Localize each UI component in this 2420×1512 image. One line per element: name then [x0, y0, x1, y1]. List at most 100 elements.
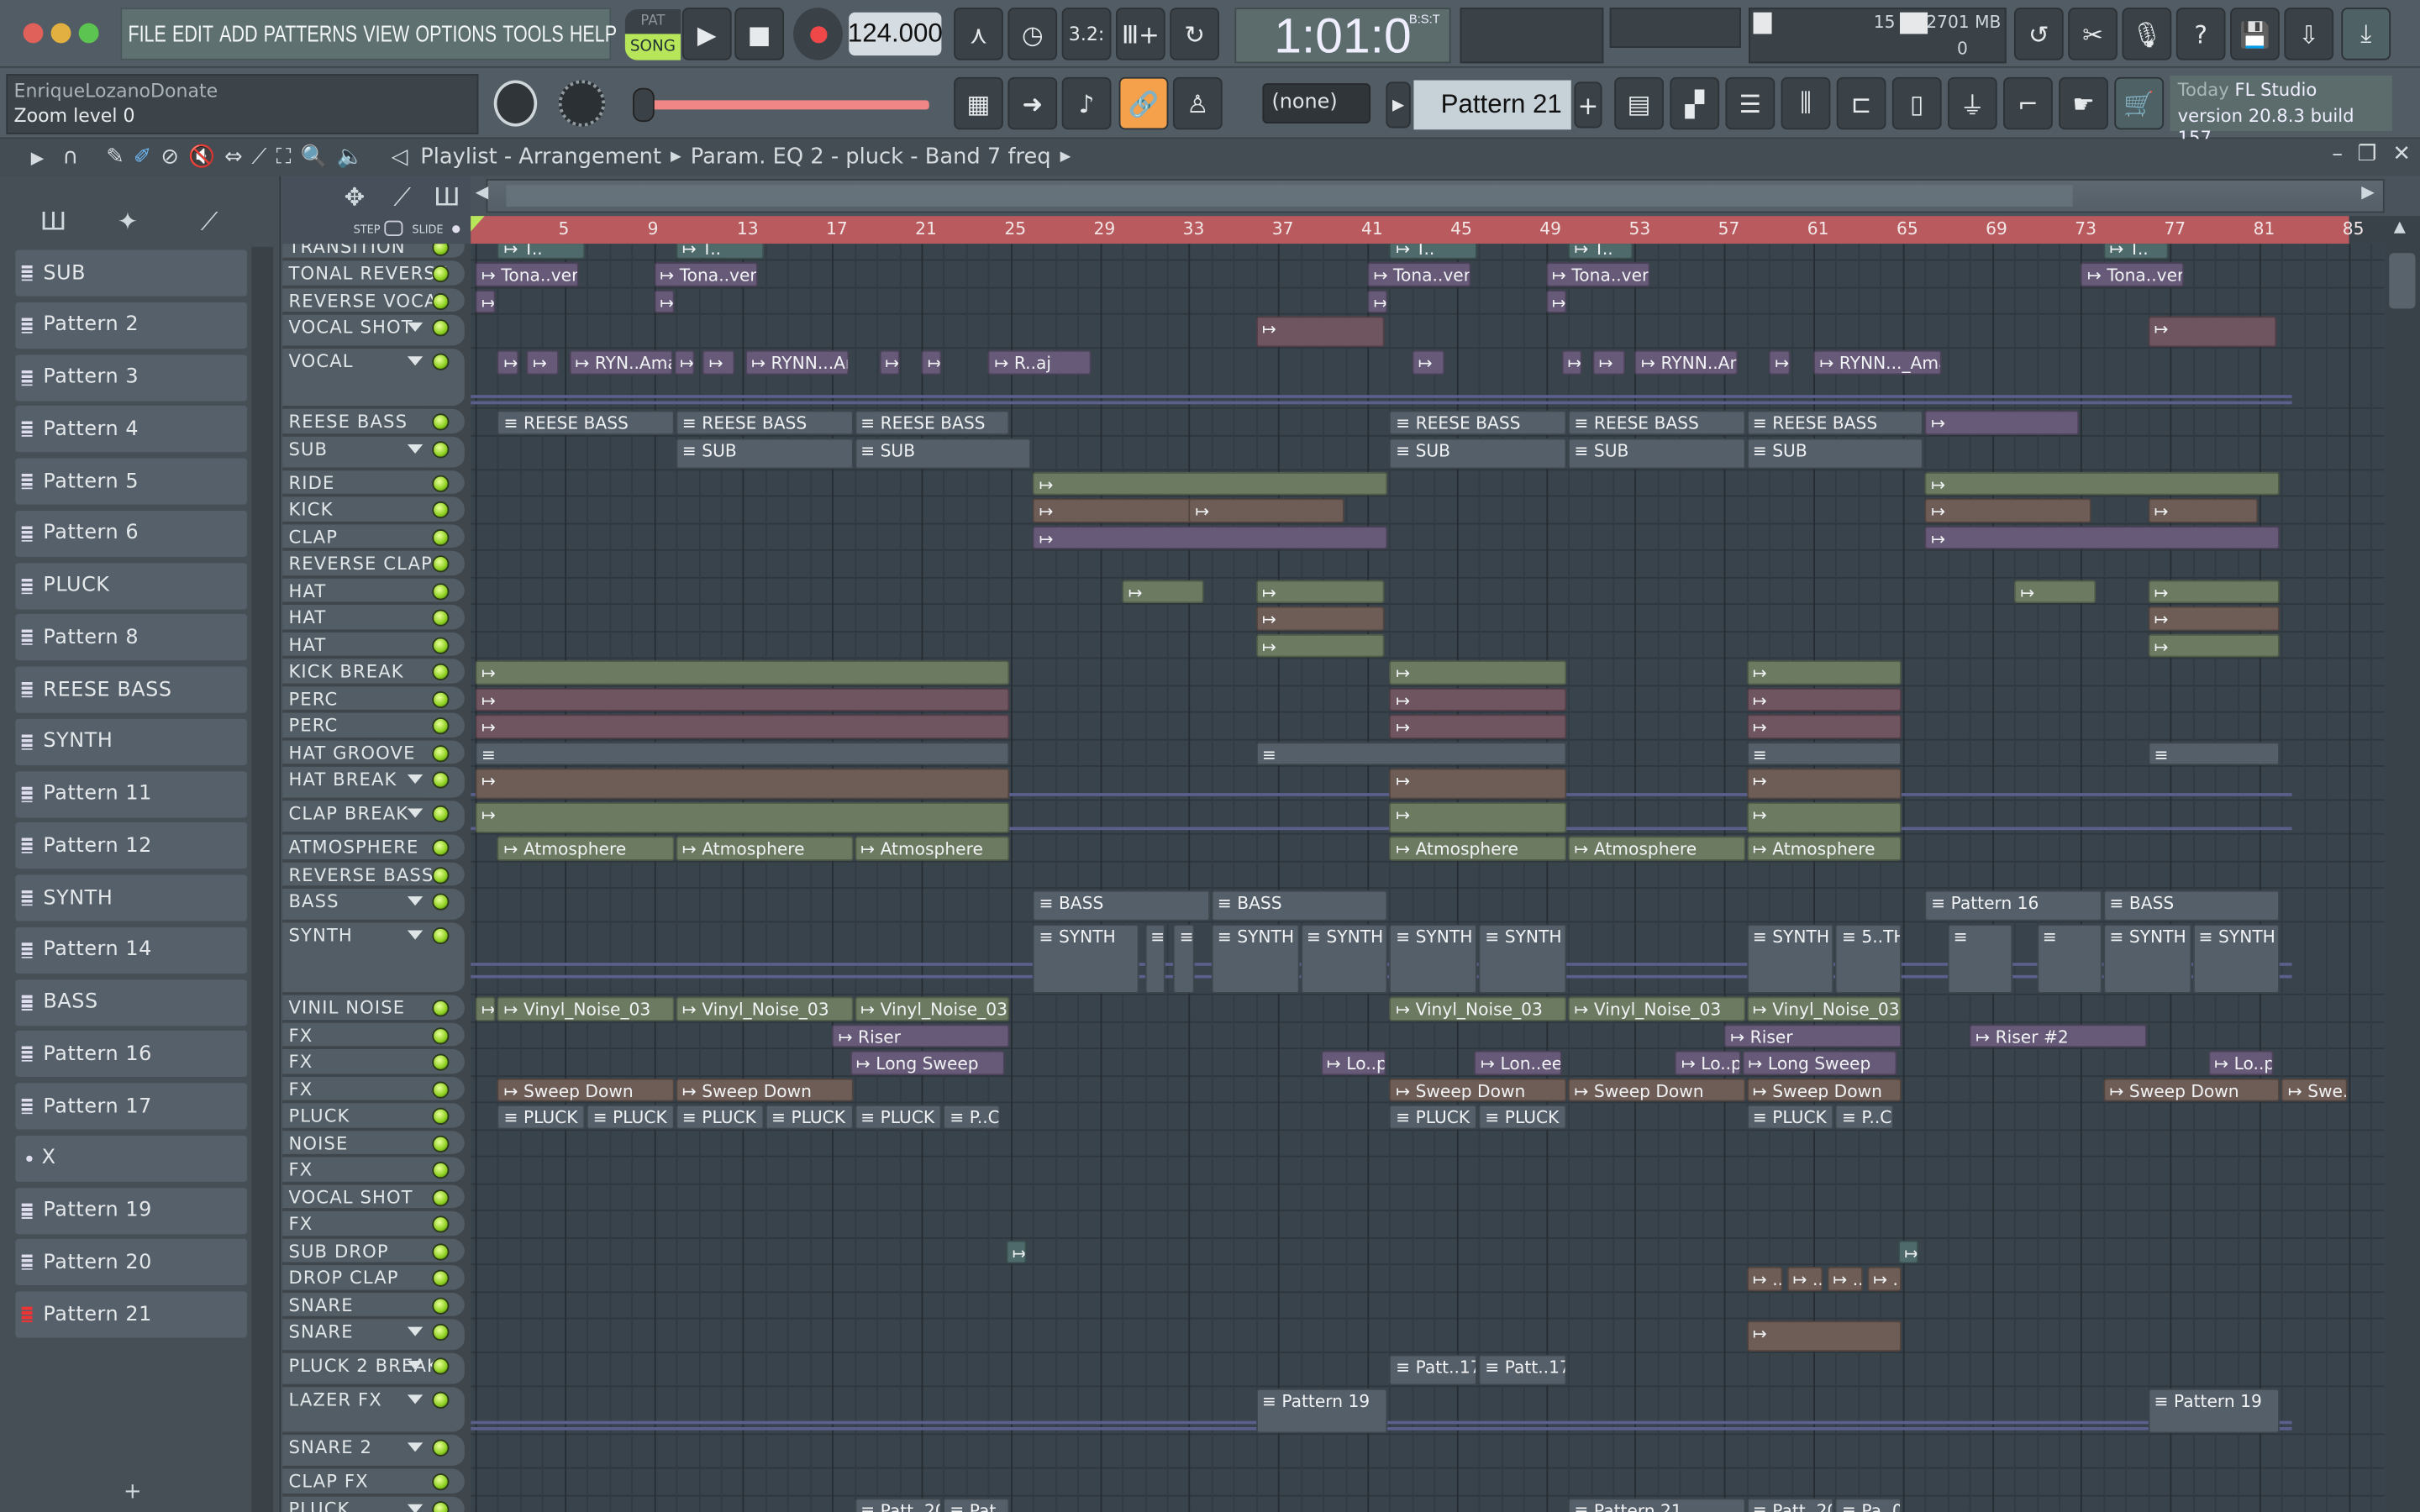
menu-file[interactable]: FILE [128, 21, 166, 47]
download-button[interactable]: ⤓ [2341, 8, 2391, 60]
add-pattern-button[interactable]: + [1574, 81, 1602, 129]
paint-tool-icon[interactable]: ✐ [134, 145, 152, 170]
playlist-clip[interactable]: ↦ Atmosphere [1568, 836, 1745, 860]
menu-tools[interactable]: TOOLS [502, 21, 563, 47]
group-dropdown-icon[interactable] [407, 1394, 424, 1404]
playlist-clip[interactable]: ↦ [1545, 289, 1567, 313]
metronome-button[interactable]: ⋏ [954, 8, 1003, 60]
playlist-clip[interactable]: ↦ [1924, 410, 2080, 435]
playlist-clip[interactable]: ↦ RYN..Amaj [569, 349, 673, 375]
playlist-clip[interactable]: ↦ Vinyl_Noise_03 [497, 996, 675, 1021]
pattern-picker-item[interactable]: REESE BASS [15, 666, 247, 713]
playlist-clip[interactable]: ≡ PLUCK [587, 1105, 675, 1129]
magnet-icon[interactable]: ∩ [62, 145, 78, 170]
scroll-left-icon[interactable]: ◀ [476, 182, 489, 202]
track-header[interactable]: FX [282, 1210, 465, 1237]
playlist-clip[interactable]: ↦ [1255, 606, 1384, 631]
playlist-clip[interactable]: ≡ Patt..20 [854, 1497, 943, 1512]
playlist-clip[interactable]: ↦ [1006, 1239, 1028, 1264]
tempo-field[interactable]: 124.000 [848, 12, 943, 56]
playlist-clip[interactable]: ≡ PLUCK [676, 1105, 764, 1129]
track-mute-led[interactable] [432, 1500, 450, 1512]
pattern-picker-item[interactable]: Pattern 11 [15, 770, 247, 817]
playlist-clip[interactable]: ↦ [1746, 1320, 1902, 1352]
playlist-clip[interactable]: ↦ Sweep Down [1746, 1077, 1902, 1102]
track-header[interactable]: REESE BASS [282, 408, 465, 435]
playlist-clip[interactable]: ↦ [475, 996, 497, 1021]
playlist-clip[interactable]: ≡ PLUCK [854, 1105, 943, 1129]
playlist-clip[interactable]: ≡ [2036, 924, 2102, 994]
track-lane[interactable] [471, 288, 2385, 315]
pattern-picker-item[interactable]: Pattern 17 [15, 1083, 247, 1130]
song-mode-button[interactable]: SONG [624, 34, 681, 60]
track-lane[interactable] [471, 1238, 2385, 1266]
track-mute-led[interactable] [432, 1000, 450, 1017]
playlist-clip[interactable]: ↦ Sweep Down [1389, 1077, 1567, 1102]
pattern-picker-item[interactable]: Pattern 8 [15, 614, 247, 661]
play-button[interactable]: ▶ [681, 8, 732, 60]
playlist-clip[interactable]: ≡ Patt..17 [1479, 1354, 1567, 1386]
stop-button[interactable]: ■ [734, 8, 785, 60]
playlist-clip[interactable]: ↦ [1389, 768, 1567, 800]
playlist-clip[interactable]: ↦ Lo..p [2207, 1050, 2274, 1075]
playlist-clip[interactable]: ↦ Lon..eep [1474, 1050, 1563, 1075]
track-mute-led[interactable] [432, 1269, 450, 1287]
track-lane[interactable] [471, 1158, 2385, 1184]
menu-patterns[interactable]: PATTERNS [264, 21, 357, 47]
track-mute-led[interactable] [432, 744, 450, 762]
playlist-clip[interactable]: ↦ Long Sweep [850, 1050, 1005, 1075]
playlist-clip[interactable]: ↦ Sweep Down [676, 1077, 854, 1102]
track-mute-led[interactable] [432, 555, 450, 573]
slip-tool-icon[interactable]: ⇔ [224, 145, 243, 170]
playlist-clip[interactable]: ↦ Atmosphere [676, 836, 854, 860]
track-lane[interactable] [471, 1292, 2385, 1320]
playhead-marker[interactable] [471, 216, 485, 232]
playlist-clip[interactable]: ↦ [1255, 579, 1384, 604]
group-dropdown-icon[interactable] [407, 1360, 424, 1371]
playlist-clip[interactable]: ↦ T.. [676, 244, 764, 260]
track-header[interactable]: HAT GROOVE [282, 739, 465, 766]
playlist-clip[interactable]: ↦ [475, 802, 1009, 833]
menu-help[interactable]: HELP [570, 21, 617, 47]
playlist-clip[interactable]: ≡ SUB [854, 437, 1032, 469]
playlist-clip[interactable]: ≡ PLUCK [497, 1105, 586, 1129]
playlist-overview-scrollbar[interactable] [486, 179, 2385, 213]
playlist-button[interactable]: ▤ [1614, 76, 1664, 130]
minimize-window-button[interactable] [50, 23, 71, 44]
track-header[interactable]: FX [282, 1157, 465, 1183]
song-position-display[interactable]: 1:01:0 B:S:T [1234, 7, 1451, 64]
playlist-clip[interactable]: ≡ BASS [1211, 890, 1389, 921]
track-lane[interactable] [471, 551, 2385, 578]
track-mute-led[interactable] [432, 1296, 450, 1314]
playlist-clip[interactable]: ≡ P..CK [944, 1105, 1001, 1129]
playlist-clip[interactable]: ↦ [1188, 498, 1344, 522]
track-lane[interactable] [471, 1435, 2385, 1469]
playlist-clip[interactable]: ↦ Vinyl_Noise_03 [854, 996, 1009, 1021]
playlist-clip[interactable]: ↦ [1033, 498, 1199, 522]
pattern-picker-item[interactable]: SYNTH [15, 718, 247, 765]
track-header[interactable]: LAZER FX [282, 1387, 465, 1434]
playlist-clip[interactable]: ≡ SYNTH [1300, 924, 1389, 994]
playlist-clip[interactable]: ≡ SYNTH [1746, 924, 1834, 994]
maximize-window-button[interactable] [78, 23, 99, 44]
playback-tool-icon[interactable]: 🔈 [337, 145, 364, 170]
track-lane[interactable] [471, 315, 2385, 349]
playlist-clip[interactable]: ≡ REESE BASS [1389, 410, 1567, 435]
track-mute-led[interactable] [432, 1080, 450, 1098]
playlist-clip[interactable]: ↦ [702, 349, 735, 375]
playlist-clip[interactable]: ↦ [1122, 579, 1203, 604]
playlist-clip[interactable]: ≡ SYNTH [2103, 924, 2191, 994]
playlist-clip[interactable]: ↦ Lo..p [1320, 1050, 1386, 1075]
track-mute-led[interactable] [432, 893, 450, 911]
browser-window-button[interactable]: ⊏ [1836, 76, 1886, 130]
playlist-clip[interactable]: ≡ Pattern 21 [1568, 1497, 1745, 1512]
slice-tool-icon[interactable]: ⟋ [252, 145, 267, 170]
pattern-picker-item[interactable]: Pattern 3 [15, 354, 247, 401]
playlist-clip[interactable]: ≡ [2148, 741, 2281, 766]
playlist-clip[interactable]: ≡ Pattern 16 [1924, 890, 2102, 921]
playlist-clip[interactable]: ↦ [1255, 633, 1384, 658]
playlist-clip[interactable]: ↦ [921, 349, 943, 375]
track-mute-led[interactable] [432, 1134, 450, 1152]
playlist-clip[interactable]: ↦ [673, 349, 695, 375]
group-dropdown-icon[interactable] [407, 1442, 424, 1452]
